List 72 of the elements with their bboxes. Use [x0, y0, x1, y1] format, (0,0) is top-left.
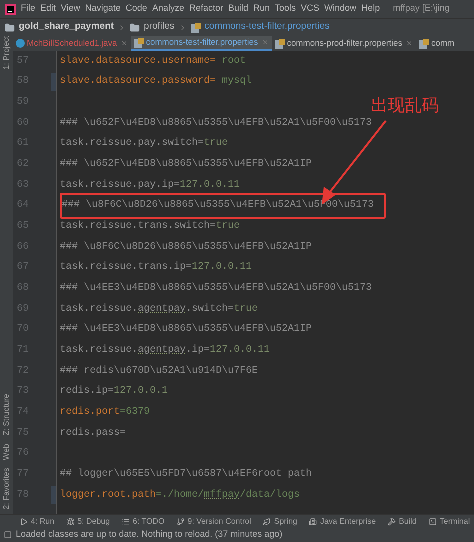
side-tool-tab[interactable]: 2: Favorites	[0, 468, 16, 510]
close-icon[interactable]	[121, 40, 128, 47]
tool-window-button[interactable]: 4: Run	[20, 516, 55, 528]
menu-item[interactable]: File	[21, 2, 36, 16]
close-icon[interactable]	[262, 39, 270, 46]
code-line: slave.datasource.username= root	[60, 54, 246, 69]
app-logo-icon	[5, 4, 16, 14]
build-icon	[388, 518, 396, 526]
code-line: task.reissue.pay.switch=true	[60, 136, 228, 152]
status-icon	[4, 531, 12, 539]
menu-item[interactable]: Code	[126, 2, 148, 16]
folder-icon	[5, 22, 15, 32]
enterprise-icon	[309, 518, 318, 526]
breadcrumb-item[interactable]: profiles	[144, 20, 175, 35]
code-line: ### \u8F6C\u8D26\u8865\u5355\u4EFB\u52A1IP	[60, 240, 312, 255]
code-line: redis.pass=	[60, 426, 126, 441]
class-icon	[16, 39, 25, 48]
menu-item[interactable]: Help	[362, 2, 380, 16]
run-icon	[20, 518, 28, 526]
code-line: ### \u4EE3\u4ED8\u8865\u5355\u4EFB\u52A1\u5F00\u5173	[60, 282, 372, 296]
code-line: logger.root.path=./home/mffpay/data/logs	[60, 488, 300, 503]
breadcrumb-item[interactable]: commons-test-filter.properties	[204, 20, 330, 35]
editor-tab[interactable]: comm	[416, 36, 458, 51]
side-tool-tab[interactable]: Z: Structure	[0, 394, 16, 436]
properties-file-icon	[275, 38, 286, 48]
code-line: ### \u652F\u4ED8\u8865\u5355\u4EFB\u52A1IP	[60, 158, 312, 172]
status-message: Loaded classes are up to date. Nothing to reload. (37 minutes ago)	[16, 528, 283, 542]
annotation-label: 出现乱码	[371, 95, 439, 117]
todo-icon	[122, 518, 130, 526]
debug-icon	[66, 518, 75, 526]
tool-window-button[interactable]: 9: Version Control	[176, 516, 252, 528]
editor-tab[interactable]: commons-prod-filter.properties	[272, 36, 416, 51]
code-line: ## logger\u65E5\u5FD7\u6587\u4EF6root path	[60, 468, 312, 482]
code-line: ### \u652F\u4ED8\u8865\u5355\u4EFB\u52A1\u5F00\u5173	[60, 116, 372, 131]
code-line: redis.port=6379	[60, 406, 150, 420]
menu-item[interactable]: Edit	[40, 2, 56, 16]
editor-tab[interactable]: commons-test-filter.properties	[131, 36, 272, 51]
tool-window-button[interactable]: Terminal	[428, 516, 470, 528]
breadcrumb-item[interactable]: gold_share_payment	[19, 20, 114, 35]
code-line: ### redis\u670D\u52A1\u914D\u7F6E	[60, 364, 258, 379]
code-line: task.reissue.agentpay.ip=127.0.0.11	[60, 344, 270, 358]
properties-file-icon	[190, 22, 201, 32]
menu-item[interactable]: Build	[228, 2, 248, 16]
code-line: task.reissue.agentpay.switch=true	[60, 302, 258, 317]
close-icon[interactable]	[406, 40, 414, 47]
tool-window-button[interactable]: 6: TODO	[122, 516, 165, 528]
side-tool-tab[interactable]: Web	[0, 444, 16, 460]
spring-icon	[263, 518, 272, 526]
menu-item[interactable]: VCS	[301, 2, 320, 16]
menu-item[interactable]: Navigate	[85, 2, 121, 16]
code-line: ### \u4EE3\u4ED8\u8865\u5355\u4EFB\u52A1IP	[60, 322, 312, 338]
properties-file-icon	[419, 38, 430, 48]
tool-window-button[interactable]: Spring	[263, 516, 298, 528]
menu-item[interactable]: Run	[254, 2, 270, 16]
terminal-icon	[428, 518, 437, 526]
tool-window-button[interactable]: Java Enterprise	[309, 516, 376, 528]
properties-file-icon	[134, 38, 144, 48]
menu-item[interactable]: Refactor	[189, 2, 224, 16]
tool-window-button[interactable]: 5: Debug	[66, 516, 110, 528]
tool-window-button[interactable]: Build	[388, 516, 417, 528]
folder-icon	[130, 22, 140, 32]
code-line: task.reissue.pay.ip=127.0.0.11	[60, 178, 240, 193]
code-line: task.reissue.trans.switch=true	[60, 220, 240, 234]
menu-item[interactable]: Tools	[275, 2, 296, 16]
code-line: redis.ip=127.0.0.1	[60, 384, 168, 400]
menu-item[interactable]: Window	[324, 2, 357, 16]
menu-item[interactable]: View	[61, 2, 80, 16]
code-line: slave.datasource.password= mysql	[60, 74, 252, 90]
code-line: task.reissue.trans.ip=127.0.0.11	[60, 260, 252, 276]
vcs-icon	[176, 518, 185, 526]
window-title: mffpay [E:\jing	[393, 2, 450, 16]
menu-item[interactable]: Analyze	[152, 2, 184, 16]
